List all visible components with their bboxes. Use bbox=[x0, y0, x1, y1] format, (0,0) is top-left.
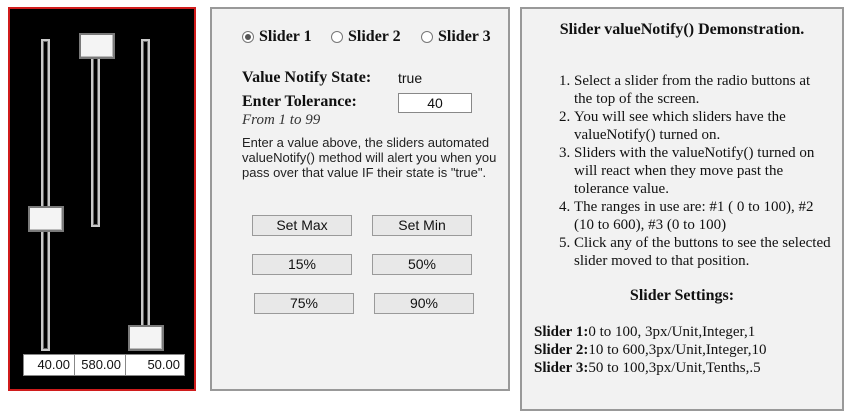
set-75-percent-button[interactable]: 75% bbox=[254, 293, 354, 314]
slider-1-thumb[interactable] bbox=[28, 206, 64, 232]
tolerance-label: Enter Tolerance: bbox=[242, 93, 357, 110]
set-min-button[interactable]: Set Min bbox=[372, 215, 472, 236]
radio-slider-2-label: Slider 2 bbox=[348, 28, 401, 45]
instruction-step: You will see which sliders have the valu… bbox=[574, 108, 832, 144]
radio-slider-1[interactable]: Slider 1 bbox=[242, 28, 312, 46]
description-title: Slider valueNotify() Demonstration. bbox=[559, 21, 805, 38]
setting-label: Slider 1: bbox=[534, 324, 589, 340]
slider-1-setting: Slider 1:0 to 100, 3px/Unit,Integer,1 bbox=[534, 323, 755, 341]
control-panel: Slider 1 Slider 2 Slider 3 Value Notify … bbox=[210, 7, 510, 391]
description-panel: Slider valueNotify() Demonstration. Sele… bbox=[520, 7, 844, 411]
setting-label: Slider 2: bbox=[534, 342, 589, 358]
slider-2-track[interactable] bbox=[91, 39, 100, 227]
instructions-list: Select a slider from the radio buttons a… bbox=[536, 72, 832, 270]
instruction-step: Select a slider from the radio buttons a… bbox=[574, 72, 832, 108]
radio-slider-3[interactable]: Slider 3 bbox=[421, 28, 491, 46]
set-max-button[interactable]: Set Max bbox=[252, 215, 352, 236]
tolerance-input[interactable]: 40 bbox=[398, 93, 472, 113]
instruction-step: The ranges in use are: #1 ( 0 to 100), #… bbox=[574, 198, 832, 234]
setting-label: Slider 3: bbox=[534, 360, 589, 376]
radio-slider-2[interactable]: Slider 2 bbox=[331, 28, 401, 46]
slider-3-thumb[interactable] bbox=[128, 325, 164, 351]
slider-1-track[interactable] bbox=[41, 39, 50, 351]
slider-2-thumb[interactable] bbox=[79, 33, 115, 59]
slider-panel: 40.00 580.00 50.00 bbox=[8, 7, 196, 391]
slider-3-track[interactable] bbox=[141, 39, 150, 351]
setting-value: 50 to 100,3px/Unit,Tenths,.5 bbox=[588, 360, 761, 376]
tolerance-range-hint: From 1 to 99 bbox=[242, 112, 321, 128]
value-notify-state: true bbox=[398, 70, 423, 86]
slider-radio-group: Slider 1 Slider 2 Slider 3 bbox=[242, 28, 504, 50]
radio-checked-icon[interactable] bbox=[242, 31, 254, 43]
radio-slider-1-label: Slider 1 bbox=[259, 28, 312, 45]
radio-unchecked-icon[interactable] bbox=[421, 31, 433, 43]
radio-slider-3-label: Slider 3 bbox=[438, 28, 491, 45]
slider-1-readout: 40.00 bbox=[23, 354, 75, 376]
value-notify-label: Value Notify State: bbox=[242, 69, 372, 86]
settings-title: Slider Settings: bbox=[629, 287, 735, 304]
slider-3-readout: 50.00 bbox=[125, 354, 185, 376]
slider-3-setting: Slider 3:50 to 100,3px/Unit,Tenths,.5 bbox=[534, 359, 761, 377]
slider-2-setting: Slider 2:10 to 600,3px/Unit,Integer,10 bbox=[534, 341, 766, 359]
instruction-step: Click any of the buttons to see the sele… bbox=[574, 234, 832, 270]
tolerance-help-text: Enter a value above, the sliders automat… bbox=[242, 135, 497, 180]
slider-2-readout: 580.00 bbox=[74, 354, 126, 376]
instruction-step: Sliders with the valueNotify() turned on… bbox=[574, 144, 832, 198]
set-90-percent-button[interactable]: 90% bbox=[374, 293, 474, 314]
set-15-percent-button[interactable]: 15% bbox=[252, 254, 352, 275]
setting-value: 0 to 100, 3px/Unit,Integer,1 bbox=[588, 324, 756, 340]
setting-value: 10 to 600,3px/Unit,Integer,10 bbox=[588, 342, 767, 358]
set-50-percent-button[interactable]: 50% bbox=[372, 254, 472, 275]
radio-unchecked-icon[interactable] bbox=[331, 31, 343, 43]
